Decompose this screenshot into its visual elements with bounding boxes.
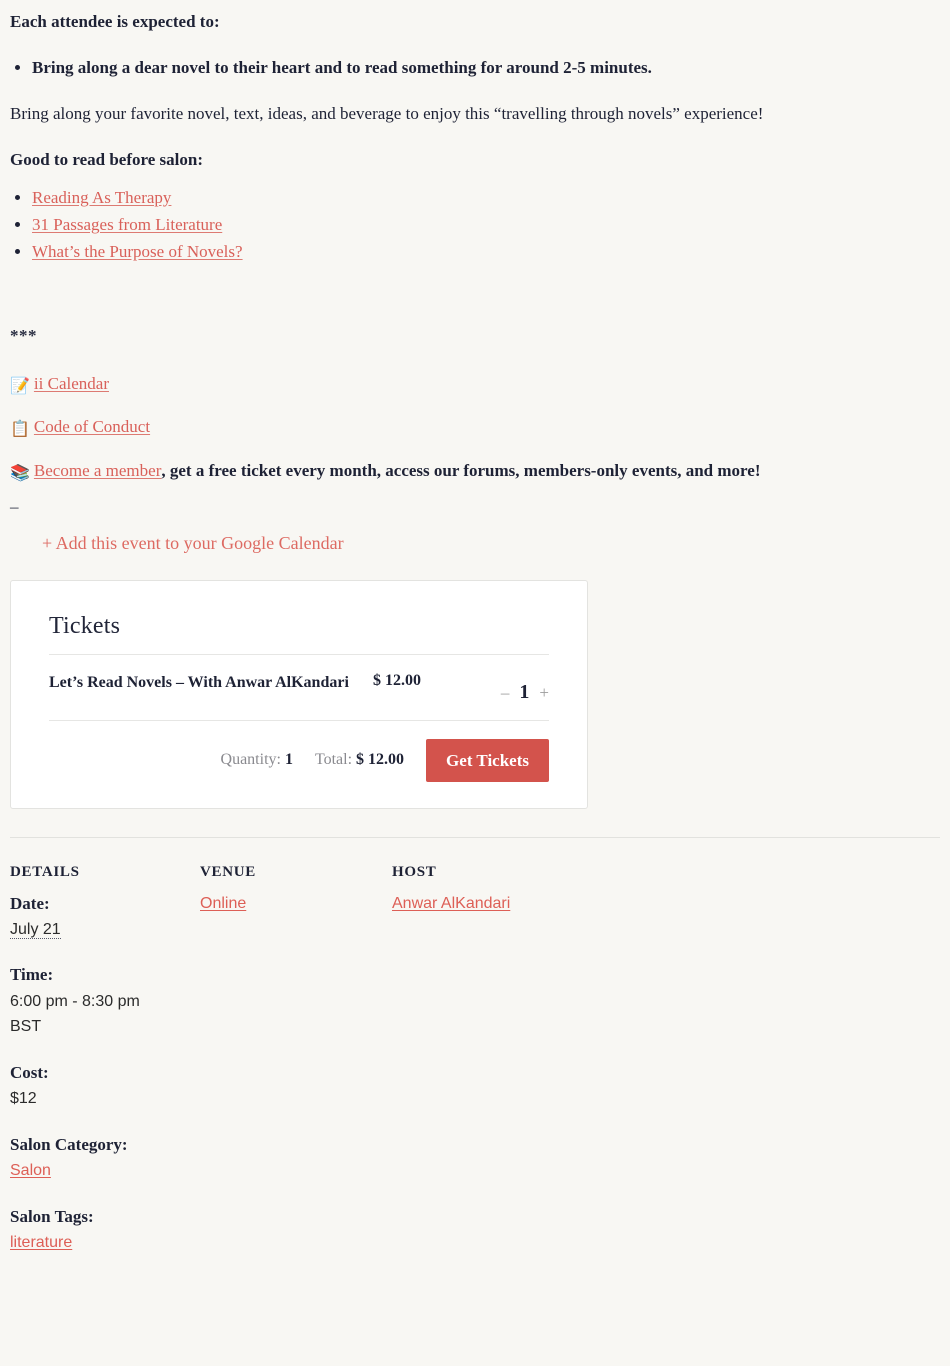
- tickets-section: Tickets Let’s Read Novels – With Anwar A…: [0, 554, 950, 809]
- cost-label: Cost:: [10, 1062, 49, 1082]
- details-column: DETAILS Date: July 21 Time: 6:00 pm - 8:…: [10, 864, 200, 1276]
- salon-tags-label: Salon Tags:: [10, 1206, 94, 1226]
- salon-category-value-wrap: Salon: [10, 1158, 200, 1184]
- tickets-footer: Quantity: 1 Total: $ 12.00 Get Tickets: [35, 721, 563, 786]
- quantity-increment-button[interactable]: +: [539, 684, 549, 701]
- salon-tags-value-wrap: literature: [10, 1230, 200, 1256]
- list-item: Bring along a dear novel to their heart …: [32, 55, 940, 81]
- date-label: Date:: [10, 893, 50, 913]
- quantity-summary: Quantity: 1: [221, 751, 293, 769]
- list-item: 31 Passages from Literature: [32, 212, 940, 238]
- section-separator: ***: [10, 325, 37, 345]
- resource-row-code-of-conduct: 📋 Code of Conduct: [10, 413, 940, 442]
- bring-paragraph: Bring along your favorite novel, text, i…: [10, 103, 764, 123]
- details-heading: DETAILS: [10, 863, 80, 880]
- salon-category-link[interactable]: Salon: [10, 1162, 51, 1179]
- ticket-price: $ 12.00: [373, 671, 421, 689]
- link-ii-calendar[interactable]: ii Calendar: [34, 374, 109, 393]
- host-value-wrap: Anwar AlKandari: [392, 891, 940, 917]
- membership-tail-text: , get a free ticket every month, access …: [161, 460, 761, 480]
- total-summary: Total: $ 12.00: [315, 751, 404, 769]
- tickets-title: Tickets: [49, 612, 121, 639]
- reading-links-list: Reading As Therapy 31 Passages from Lite…: [10, 185, 940, 266]
- total-summary-value: $ 12.00: [356, 751, 405, 768]
- books-icon: 📚: [10, 462, 30, 482]
- quantity-value[interactable]: 1: [518, 681, 530, 704]
- trailing-dash: –: [10, 496, 19, 516]
- clipboard-icon: 📋: [10, 419, 30, 439]
- expectations-heading: Each attendee is expected to:: [10, 12, 220, 31]
- quantity-decrement-button[interactable]: –: [501, 684, 510, 701]
- good-to-read-heading: Good to read before salon:: [10, 150, 203, 170]
- event-description: Each attendee is expected to: Bring alon…: [0, 0, 950, 554]
- venue-heading: VENUE: [200, 863, 257, 880]
- add-to-google-calendar-link[interactable]: + Add this event to your Google Calendar: [42, 533, 344, 553]
- timezone-value: BST: [10, 1018, 42, 1036]
- link-become-a-member[interactable]: Become a member: [34, 461, 161, 480]
- quantity-summary-label: Quantity:: [220, 751, 281, 768]
- event-page: Each attendee is expected to: Bring alon…: [0, 0, 950, 1276]
- event-meta-grid: DETAILS Date: July 21 Time: 6:00 pm - 8:…: [0, 838, 950, 1276]
- host-column: HOST Anwar AlKandari: [392, 864, 940, 1276]
- venue-value-wrap: Online: [200, 891, 392, 917]
- ticket-name: Let’s Read Novels – With Anwar AlKandari: [49, 673, 349, 691]
- link-31-passages-from-literature[interactable]: 31 Passages from Literature: [32, 215, 222, 234]
- expectations-list: Bring along a dear novel to their heart …: [10, 55, 940, 81]
- time-value: 6:00 pm - 8:30 pm: [10, 992, 140, 1010]
- host-heading: HOST: [392, 863, 437, 880]
- link-code-of-conduct[interactable]: Code of Conduct: [34, 417, 150, 436]
- google-calendar-row: + Add this event to your Google Calendar: [10, 515, 940, 554]
- link-reading-as-therapy[interactable]: Reading As Therapy: [32, 188, 171, 207]
- quantity-summary-value: 1: [284, 751, 293, 768]
- time-label: Time:: [10, 965, 54, 985]
- link-whats-the-purpose-of-novels[interactable]: What’s the Purpose of Novels?: [32, 242, 243, 261]
- venue-link[interactable]: Online: [200, 895, 246, 912]
- tickets-card: Tickets Let’s Read Novels – With Anwar A…: [10, 579, 588, 809]
- salon-tag-link[interactable]: literature: [10, 1234, 72, 1251]
- list-item: What’s the Purpose of Novels?: [32, 239, 940, 265]
- get-tickets-button[interactable]: Get Tickets: [426, 738, 549, 782]
- ticket-row: Let’s Read Novels – With Anwar AlKandari…: [35, 655, 563, 720]
- quantity-stepper[interactable]: – 1 +: [501, 671, 549, 704]
- host-link[interactable]: Anwar AlKandari: [392, 895, 510, 912]
- date-value: July 21: [10, 920, 61, 939]
- memo-icon: 📝: [10, 375, 30, 395]
- date-value-wrap: July 21: [10, 917, 200, 943]
- salon-category-label: Salon Category:: [10, 1134, 128, 1154]
- resource-row-calendar: 📝 ii Calendar: [10, 370, 940, 399]
- cost-value: $12: [10, 1090, 37, 1108]
- list-item: Reading As Therapy: [32, 185, 940, 211]
- resource-row-membership: 📚 Become a member, get a free ticket ever…: [10, 457, 940, 486]
- venue-column: VENUE Online: [200, 864, 392, 1276]
- total-summary-label: Total:: [314, 751, 353, 768]
